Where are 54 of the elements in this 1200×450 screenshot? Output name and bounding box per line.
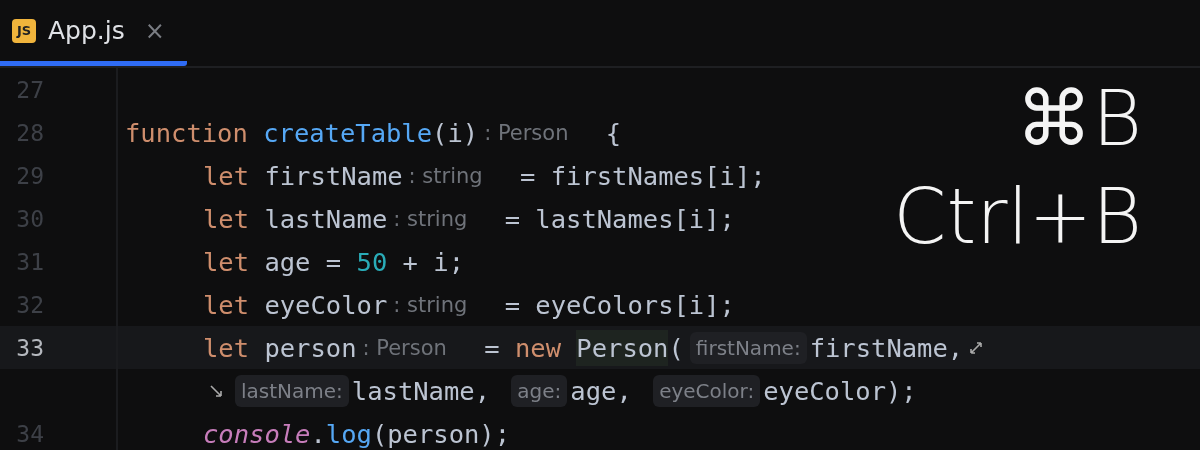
type-hint: : Person bbox=[484, 120, 569, 145]
code-token: age, bbox=[570, 375, 633, 406]
type-hint: : string bbox=[408, 163, 483, 188]
type-hint: : Person bbox=[362, 335, 447, 360]
code-token: age = bbox=[263, 246, 343, 277]
line-number: 34 bbox=[0, 412, 118, 450]
code-token: let bbox=[203, 332, 250, 363]
code-token: . bbox=[310, 418, 326, 449]
code-token: eyeColor); bbox=[763, 375, 917, 406]
shortcut-label: ⌘B bbox=[1016, 73, 1142, 165]
code-token: = firstNames[i]; bbox=[519, 160, 766, 191]
line-number: 28 bbox=[0, 111, 118, 154]
code-token: person bbox=[263, 332, 357, 363]
code-token: let bbox=[203, 203, 250, 234]
soft-wrap-icon bbox=[969, 340, 984, 355]
code-token: let bbox=[203, 160, 250, 191]
code-token: createTable bbox=[263, 117, 433, 148]
file-type-icon: JS bbox=[12, 18, 36, 43]
code-token: let bbox=[203, 246, 250, 277]
close-icon[interactable]: × bbox=[144, 16, 165, 45]
parameter-hint: lastName: bbox=[235, 374, 349, 407]
code-token: = lastNames[i]; bbox=[503, 203, 735, 234]
code-token: log bbox=[325, 418, 372, 449]
code-token: firstName bbox=[263, 160, 403, 191]
code-token: { bbox=[604, 117, 622, 148]
code-token: new bbox=[514, 332, 562, 363]
code-token: lastName bbox=[263, 203, 388, 234]
code-token: let bbox=[203, 289, 250, 320]
code-token: = eyeColors[i]; bbox=[503, 289, 735, 320]
parameter-hint: age: bbox=[511, 374, 568, 407]
type-hint: : string bbox=[393, 206, 468, 231]
line-number: 33 bbox=[0, 326, 118, 369]
code-token: console bbox=[203, 418, 311, 449]
code-token: + i; bbox=[401, 246, 464, 277]
code-token: = bbox=[483, 332, 501, 363]
parameter-hint: eyeColor: bbox=[653, 374, 761, 407]
line-number: 29 bbox=[0, 154, 118, 197]
line-number: 30 bbox=[0, 197, 118, 240]
soft-wrap-icon bbox=[209, 383, 223, 398]
code-token: (i) bbox=[432, 117, 479, 148]
code-token: Person bbox=[576, 329, 669, 366]
type-hint: : string bbox=[393, 292, 468, 317]
code-token: eyeColor bbox=[263, 289, 388, 320]
parameter-hint: firstName: bbox=[689, 331, 807, 364]
code-token: 50 bbox=[356, 246, 388, 277]
shortcut-label: Ctrl+B bbox=[893, 171, 1142, 263]
code-token: function bbox=[125, 117, 249, 148]
line-number: 27 bbox=[0, 68, 118, 111]
code-token: ( bbox=[668, 332, 684, 363]
line-number: 31 bbox=[0, 240, 118, 283]
code-token: lastName, bbox=[351, 375, 491, 406]
code-token: firstName, bbox=[809, 332, 964, 363]
code-token: (person); bbox=[371, 418, 511, 449]
editor-tab[interactable]: JS App.js × bbox=[0, 0, 187, 66]
